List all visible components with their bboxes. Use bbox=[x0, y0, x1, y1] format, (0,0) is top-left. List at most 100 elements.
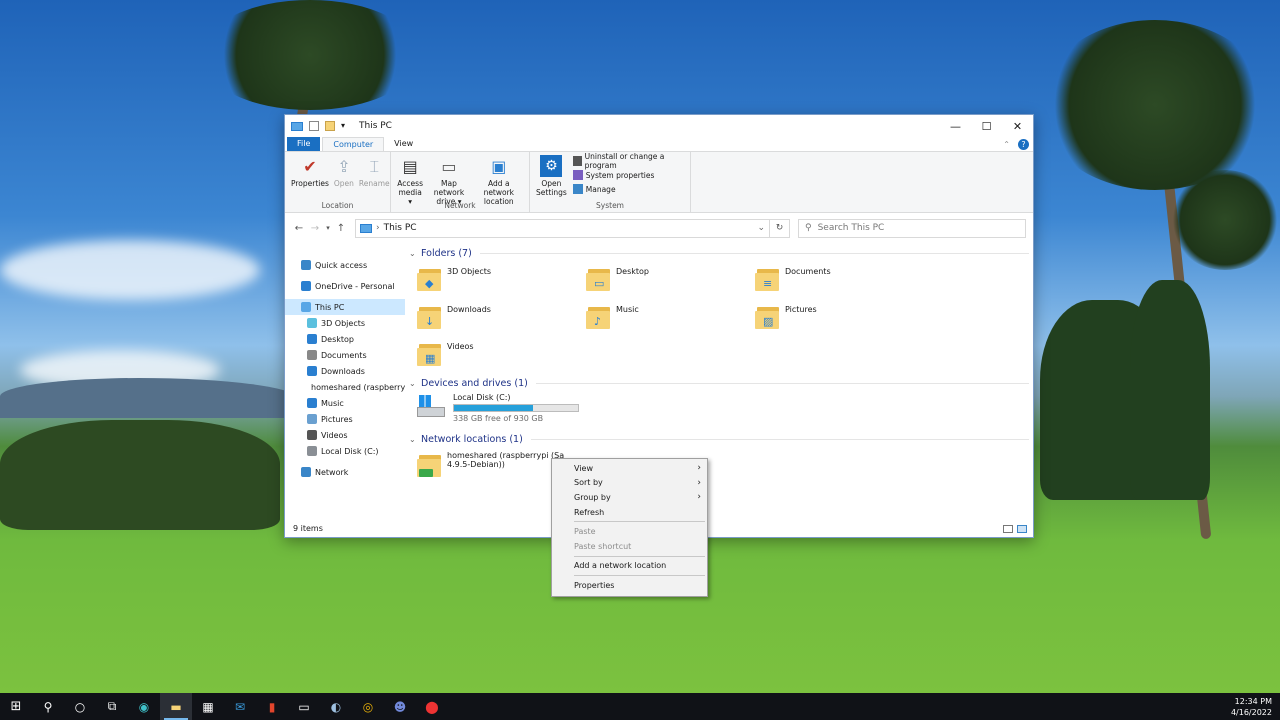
folder-tile[interactable]: ♪ Music bbox=[586, 303, 639, 329]
chevron-right-icon: › bbox=[697, 477, 701, 488]
sidebar-item[interactable]: This PC bbox=[285, 299, 405, 315]
large-icons-view-icon[interactable] bbox=[1017, 525, 1027, 533]
sidebar-item-label: Documents bbox=[321, 350, 367, 360]
refresh-button[interactable]: ↻ bbox=[770, 218, 790, 238]
system-properties-icon bbox=[572, 170, 583, 180]
chevron-down-icon: ⌄ bbox=[409, 248, 416, 258]
clock-date: 4/16/2022 bbox=[1230, 707, 1272, 717]
menu-item-group-by[interactable]: Group by › bbox=[552, 490, 707, 505]
office-taskbar-button[interactable]: ▮ bbox=[256, 693, 288, 720]
menu-item-paste[interactable]: Paste bbox=[552, 524, 707, 539]
section-header-network[interactable]: ⌄ Network locations (1) bbox=[409, 431, 1029, 447]
file-explorer-taskbar-button[interactable]: ▬ bbox=[160, 693, 192, 720]
sidebar-item[interactable]: Pictures bbox=[285, 411, 405, 427]
cloud-icon bbox=[301, 281, 311, 291]
tab-computer[interactable]: Computer bbox=[322, 137, 385, 151]
start-button[interactable]: ⊞ bbox=[0, 693, 32, 720]
task-view-button[interactable]: ⧉ bbox=[96, 693, 128, 720]
tab-view[interactable]: View bbox=[384, 137, 423, 151]
folder-label: Music bbox=[616, 304, 639, 314]
rename-icon: ⌶ bbox=[369, 156, 380, 176]
breadcrumb[interactable]: This PC bbox=[384, 223, 417, 233]
drive-tile-c[interactable]: Local Disk (C:) 338 GB free of 930 GB bbox=[417, 393, 579, 423]
uninstall-program-button[interactable]: Uninstall or change a program bbox=[572, 152, 686, 170]
address-bar[interactable]: › This PC ⌄ bbox=[355, 218, 770, 238]
section-header-folders[interactable]: ⌄ Folders (7) bbox=[409, 245, 1029, 261]
help-icon[interactable]: ? bbox=[1018, 138, 1029, 150]
cortana-button[interactable]: ○ bbox=[64, 693, 96, 720]
store-taskbar-button[interactable]: ▦ bbox=[192, 693, 224, 720]
chevron-down-icon[interactable]: ⌄ bbox=[757, 223, 765, 233]
menu-item-view[interactable]: View › bbox=[552, 461, 707, 476]
sidebar-item[interactable]: Desktop bbox=[285, 331, 405, 347]
sidebar-item[interactable]: Videos bbox=[285, 427, 405, 443]
menu-item-refresh[interactable]: Refresh bbox=[552, 505, 707, 520]
sidebar-item[interactable]: Music bbox=[285, 395, 405, 411]
sidebar-item[interactable]: 3D Objects bbox=[285, 315, 405, 331]
up-arrow-icon[interactable]: ↑ bbox=[333, 223, 349, 234]
desktop-icon bbox=[307, 334, 317, 344]
minimize-button[interactable]: — bbox=[940, 115, 971, 137]
edge-taskbar-button[interactable]: ◉ bbox=[128, 693, 160, 720]
chevron-down-icon[interactable]: ▾ bbox=[341, 121, 349, 131]
section-header-devices[interactable]: ⌄ Devices and drives (1) bbox=[409, 375, 1029, 391]
ribbon-tabs: File Computer View ⌃ ? bbox=[285, 137, 1033, 151]
sidebar-item[interactable]: Local Disk (C:) bbox=[285, 443, 405, 459]
back-arrow-icon[interactable]: ← bbox=[291, 223, 307, 234]
navigation-pane: Quick access OneDrive - Personal This PC 3D… bbox=[285, 253, 405, 523]
sidebar-item-label: This PC bbox=[315, 302, 345, 312]
sidebar-item[interactable]: Network bbox=[285, 464, 405, 480]
system-clock[interactable]: 12:34 PM 4/16/2022 bbox=[1231, 696, 1272, 718]
folder-tile[interactable]: ▭ Desktop bbox=[586, 265, 649, 291]
menu-item-properties[interactable]: Properties bbox=[552, 578, 707, 593]
refresh-icon: ↻ bbox=[775, 223, 784, 233]
close-button[interactable]: ✕ bbox=[1002, 115, 1033, 137]
sidebar-item-label: Local Disk (C:) bbox=[321, 446, 379, 456]
drive-free-space: 338 GB free of 930 GB bbox=[453, 414, 544, 423]
sidebar-item[interactable]: Documents bbox=[285, 347, 405, 363]
search-icon: ⚲ bbox=[805, 223, 812, 233]
system-properties-button[interactable]: System properties bbox=[572, 169, 686, 181]
folder-tile[interactable]: ▨ Pictures bbox=[755, 303, 817, 329]
folder-badge-icon: ↓ bbox=[425, 314, 435, 328]
folder-tile[interactable]: ↓ Downloads bbox=[417, 303, 491, 329]
steam-taskbar-button[interactable]: ◐ bbox=[320, 693, 352, 720]
chrome-taskbar-button[interactable]: ◎ bbox=[352, 693, 384, 720]
tab-file[interactable]: File bbox=[287, 137, 321, 151]
folder-label: Documents bbox=[785, 267, 831, 276]
search-input[interactable]: ⚲ Search This PC bbox=[798, 218, 1026, 238]
search-button[interactable]: ⚲ bbox=[32, 693, 64, 720]
document-icon bbox=[307, 350, 317, 360]
sidebar-item[interactable]: Quick access bbox=[285, 257, 405, 273]
details-view-icon[interactable] bbox=[1003, 525, 1013, 533]
network-location-tile[interactable]: homeshared (raspberrypi (Sa 4.9.5-Debian… bbox=[417, 451, 564, 477]
discord-icon: ☻ bbox=[393, 699, 407, 714]
mail-taskbar-button[interactable]: ✉ bbox=[224, 693, 256, 720]
sidebar-item[interactable]: Downloads bbox=[285, 363, 405, 379]
taskbar: ⊞ ⚲ ○ ⧉ ◉ ▬ ▦ ✉ ▮ ▭ ◐ ◎ ☻ ⬤ 12:34 PM 4/1… bbox=[0, 693, 1280, 720]
checkbox-icon[interactable] bbox=[309, 121, 319, 131]
chevron-up-icon[interactable]: ⌃ bbox=[1003, 140, 1010, 149]
cube-icon bbox=[307, 318, 317, 328]
new-folder-icon[interactable] bbox=[325, 121, 335, 131]
download-icon bbox=[307, 366, 317, 376]
folder-tile[interactable]: ▦ Videos bbox=[417, 340, 474, 366]
manage-button[interactable]: Manage bbox=[572, 183, 686, 195]
menu-item-paste-shortcut[interactable]: Paste shortcut bbox=[552, 539, 707, 554]
folder-tile[interactable]: ≡ Documents bbox=[755, 265, 831, 291]
menu-item-sort-by[interactable]: Sort by › bbox=[552, 476, 707, 491]
app-taskbar-button[interactable]: ⬤ bbox=[416, 693, 448, 720]
recent-locations-icon[interactable]: ▾ bbox=[323, 224, 333, 232]
windows-logo-icon: ⊞ bbox=[10, 699, 22, 714]
discord-taskbar-button[interactable]: ☻ bbox=[384, 693, 416, 720]
folder-icon: ♪ bbox=[586, 303, 610, 329]
sidebar-item[interactable]: OneDrive - Personal bbox=[285, 278, 405, 294]
menu-item-add-network-location[interactable]: Add a network location bbox=[552, 559, 707, 574]
folder-tile[interactable]: ◆ 3D Objects bbox=[417, 265, 491, 291]
sidebar-item-label: 3D Objects bbox=[321, 318, 366, 328]
terminal-taskbar-button[interactable]: ▭ bbox=[288, 693, 320, 720]
sidebar-item[interactable]: homeshared (raspberry bbox=[285, 379, 405, 395]
folder-badge-icon: ≡ bbox=[763, 277, 773, 290]
maximize-button[interactable]: ☐ bbox=[971, 115, 1002, 137]
forward-arrow-icon[interactable]: → bbox=[307, 223, 323, 234]
